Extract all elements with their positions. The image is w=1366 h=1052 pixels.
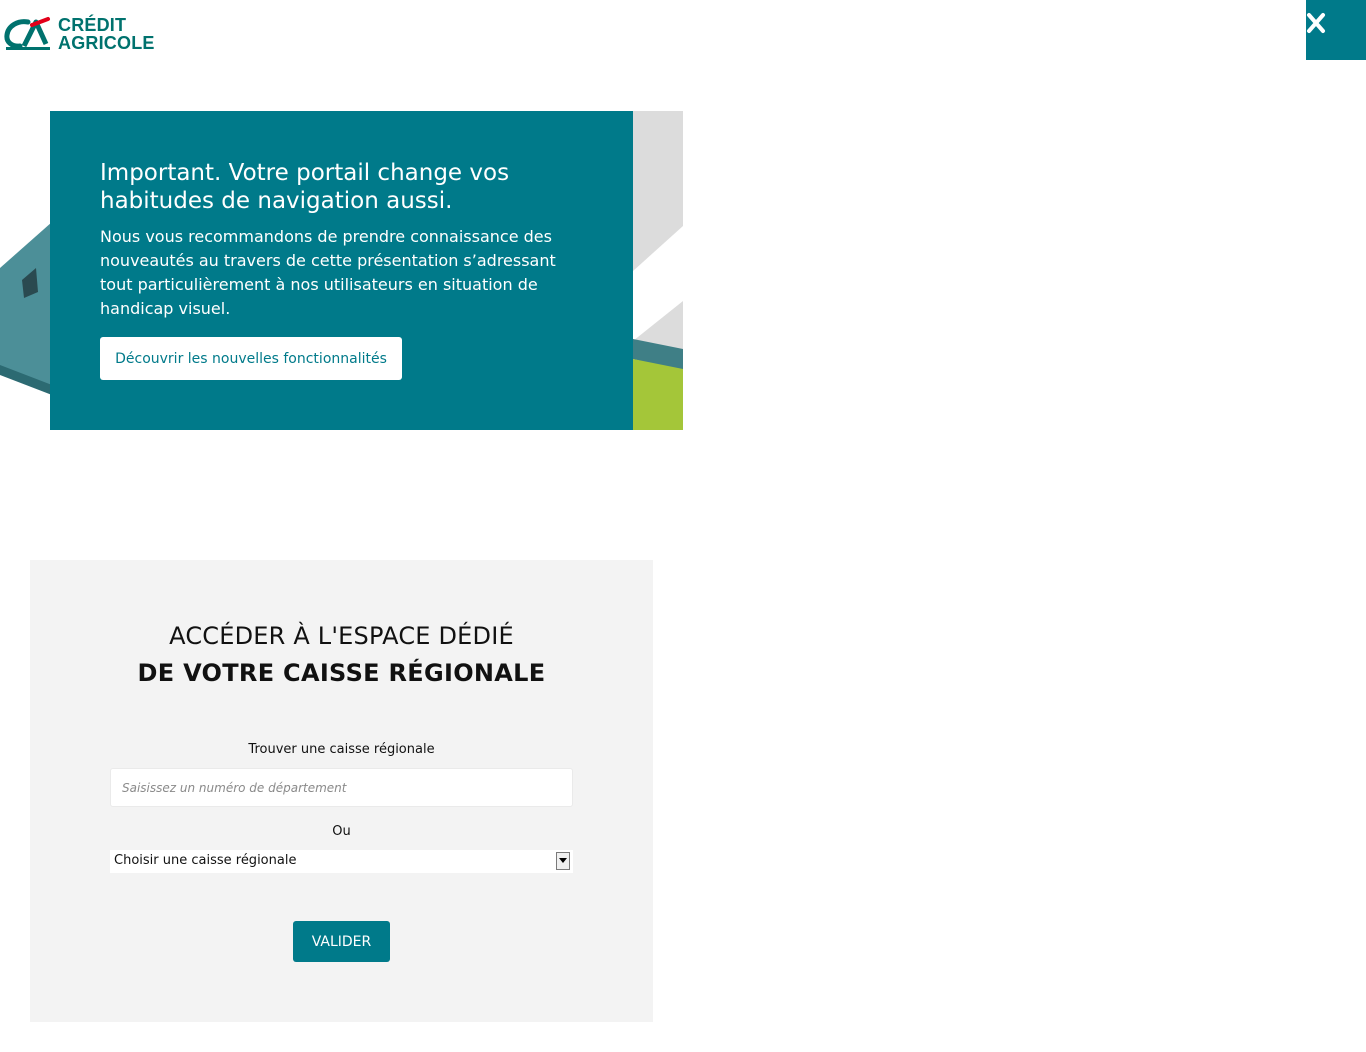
- close-icon: [1307, 13, 1325, 33]
- validate-button[interactable]: VALIDER: [293, 921, 390, 962]
- promo-banner: Important. Votre portail change vos habi…: [50, 111, 633, 430]
- logo-line2: AGRICOLE: [58, 33, 155, 53]
- region-title-line2: DE VOTRE CAISSE RÉGIONALE: [137, 659, 546, 687]
- discover-features-button[interactable]: Découvrir les nouvelles fonctionnalités: [100, 337, 402, 380]
- region-title-line1: ACCÉDER À L'ESPACE DÉDIÉ: [169, 622, 514, 650]
- close-button[interactable]: [1306, 0, 1366, 60]
- logo-line1: CRÉDIT: [58, 15, 127, 35]
- credit-agricole-logo[interactable]: CRÉDIT AGRICOLE: [4, 14, 174, 54]
- promo-title: Important. Votre portail change vos habi…: [100, 160, 510, 214]
- caisse-regionale-select[interactable]: Choisir une caisse régionale: [110, 850, 573, 873]
- decorative-illustration-left: [0, 222, 52, 395]
- decorative-illustration-right: [633, 111, 683, 430]
- logo-wordmark: CRÉDIT AGRICOLE: [58, 16, 155, 52]
- department-number-input[interactable]: [110, 768, 573, 807]
- promo-text: Nous vous recommandons de prendre connai…: [100, 227, 556, 318]
- ca-logo-mark-icon: [4, 17, 50, 50]
- find-caisse-label: Trouver une caisse régionale: [248, 742, 435, 757]
- dropdown-arrow-icon[interactable]: [556, 852, 570, 870]
- or-label: Ou: [332, 824, 351, 839]
- caisse-select-value: Choisir une caisse régionale: [114, 853, 297, 868]
- regional-access-panel: ACCÉDER À L'ESPACE DÉDIÉ DE VOTRE CAISSE…: [30, 560, 653, 1022]
